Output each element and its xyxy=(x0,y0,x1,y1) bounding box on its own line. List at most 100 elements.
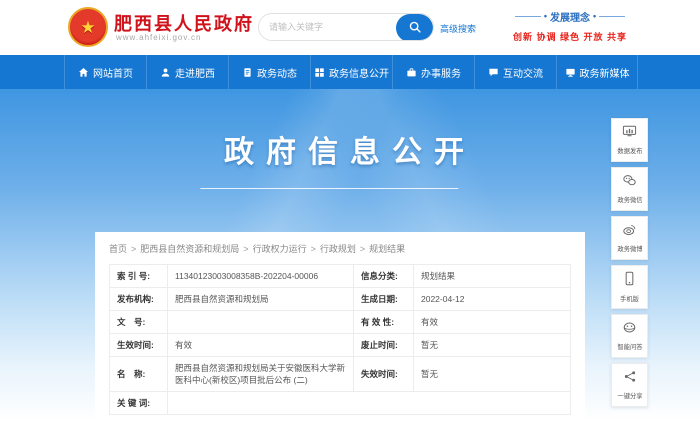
briefcase-icon xyxy=(406,67,417,78)
quick-label: 数据发布 xyxy=(617,146,642,155)
data-chart-icon xyxy=(622,125,637,143)
quick-item-weibo[interactable]: 政务微博 xyxy=(611,216,648,260)
meta-label-category: 信息分类: xyxy=(354,265,414,287)
breadcrumb-separator: > xyxy=(360,244,365,254)
table-row: 文 号: 有 效 性: 有效 xyxy=(110,311,570,334)
meta-value-validity: 有效 xyxy=(414,311,570,333)
meta-value-index: 11340123003008358B-202204-00006 xyxy=(168,265,354,287)
search-icon xyxy=(408,20,422,37)
meta-label-title: 名 称: xyxy=(110,357,168,391)
phone-icon xyxy=(623,271,636,291)
meta-value-date: 2022-04-12 xyxy=(414,288,570,310)
nav-label: 办事服务 xyxy=(421,65,461,80)
share-icon xyxy=(623,370,637,388)
meta-label-expire-time: 失效时间: xyxy=(354,357,414,391)
nav-item-info-disclosure[interactable]: 政务信息公开 xyxy=(310,55,392,89)
concept-title-text: 发展理念 xyxy=(550,9,590,24)
quick-label: 一键分享 xyxy=(617,391,642,400)
meta-label-keywords: 关 键 词: xyxy=(110,392,168,414)
nav-label: 政务信息公开 xyxy=(329,65,389,80)
quick-item-share[interactable]: 一键分享 xyxy=(611,363,648,407)
document-meta-table: 索 引 号: 11340123003008358B-202204-00006 信… xyxy=(109,264,571,415)
meta-value-publisher: 肥西县自然资源和规划局 xyxy=(168,288,354,310)
wechat-icon xyxy=(622,174,637,192)
quick-item-smart-qa[interactable]: 智能问答 xyxy=(611,314,648,358)
nav-label: 互动交流 xyxy=(503,65,543,80)
breadcrumb-separator: > xyxy=(243,244,248,254)
quick-label: 智能问答 xyxy=(617,342,642,351)
breadcrumb: 首页 > 肥西县自然资源和规划局 > 行政权力运行 > 行政规划 > 规划结果 xyxy=(109,242,571,255)
national-emblem-logo: ★ xyxy=(68,7,108,47)
grid-icon xyxy=(314,67,325,78)
meta-label-validity: 有 效 性: xyxy=(354,311,414,333)
page: ★ 肥西县人民政府 www.ahfeixi.gov.cn 高级搜索 • 发展理念… xyxy=(0,0,700,421)
news-icon xyxy=(242,67,253,78)
nav-item-news[interactable]: 政务动态 xyxy=(228,55,310,89)
nav-item-interaction[interactable]: 互动交流 xyxy=(474,55,556,89)
meta-value-abolish-time: 暂无 xyxy=(414,334,570,356)
nav-item-new-media[interactable]: 政务新媒体 xyxy=(556,55,638,89)
meta-value-keywords xyxy=(168,392,570,414)
quick-label: 手机版 xyxy=(620,294,639,303)
concept-slogan: 创新 协调 绿色 开放 共享 xyxy=(505,30,635,43)
top-header: ★ 肥西县人民政府 www.ahfeixi.gov.cn 高级搜索 • 发展理念… xyxy=(0,0,700,55)
table-row: 名 称: 肥西县自然资源和规划局关于安徽医科大学新医科中心(新校区)项目批后公布… xyxy=(110,357,570,392)
main-nav: 网站首页 走进肥西 政务动态 政务信息公开 办事服务 互动交流 政务新媒体 xyxy=(0,55,700,89)
quick-item-wechat[interactable]: 政务微信 xyxy=(611,167,648,211)
meta-label-doc-number: 文 号: xyxy=(110,311,168,333)
banner-title: 政府信息公开 xyxy=(0,127,700,171)
nav-label: 走进肥西 xyxy=(175,65,215,80)
search-input[interactable] xyxy=(259,14,396,40)
concept-title-row: • 发展理念 • xyxy=(505,9,635,24)
quick-label: 政务微博 xyxy=(617,244,642,253)
breadcrumb-admin-power[interactable]: 行政权力运行 xyxy=(253,244,307,254)
nav-label: 网站首页 xyxy=(93,65,133,80)
meta-label-abolish-time: 废止时间: xyxy=(354,334,414,356)
decor-line-left xyxy=(515,16,541,17)
table-row: 索 引 号: 11340123003008358B-202204-00006 信… xyxy=(110,265,570,288)
nav-label: 政务动态 xyxy=(257,65,297,80)
meta-label-index: 索 引 号: xyxy=(110,265,168,287)
table-row: 关 键 词: xyxy=(110,392,570,415)
quick-item-mobile[interactable]: 手机版 xyxy=(611,265,648,309)
breadcrumb-separator: > xyxy=(311,244,316,254)
banner-underline xyxy=(200,188,458,189)
development-concept: • 发展理念 • 创新 协调 绿色 开放 共享 xyxy=(505,9,635,43)
media-icon xyxy=(565,67,576,78)
emblem-star-icon: ★ xyxy=(80,19,95,36)
nav-item-about[interactable]: 走进肥西 xyxy=(146,55,228,89)
meta-label-publisher: 发布机构: xyxy=(110,288,168,310)
breadcrumb-separator: > xyxy=(131,244,136,254)
robot-icon xyxy=(622,321,637,339)
decor-dot-left: • xyxy=(544,12,547,21)
chat-icon xyxy=(488,67,499,78)
meta-value-expire-time: 暂无 xyxy=(414,357,570,391)
weibo-icon xyxy=(622,223,637,241)
table-row: 生效时间: 有效 废止时间: 暂无 xyxy=(110,334,570,357)
site-url: www.ahfeixi.gov.cn xyxy=(116,33,201,42)
search-bar xyxy=(258,13,434,41)
content-card: 首页 > 肥西县自然资源和规划局 > 行政权力运行 > 行政规划 > 规划结果 索 引 号: 1… xyxy=(95,232,585,421)
nav-item-services[interactable]: 办事服务 xyxy=(392,55,474,89)
breadcrumb-current: 规划结果 xyxy=(369,244,405,254)
nav-item-home[interactable]: 网站首页 xyxy=(64,55,146,89)
person-icon xyxy=(160,67,171,78)
quick-label: 政务微信 xyxy=(617,195,642,204)
quick-item-data-release[interactable]: 数据发布 xyxy=(611,118,648,162)
advanced-search-link[interactable]: 高级搜索 xyxy=(440,22,476,35)
home-icon xyxy=(78,67,89,78)
breadcrumb-bureau[interactable]: 肥西县自然资源和规划局 xyxy=(140,244,239,254)
meta-value-category: 规划结果 xyxy=(414,265,570,287)
meta-value-title: 肥西县自然资源和规划局关于安徽医科大学新医科中心(新校区)项目批后公布 (二) xyxy=(168,357,354,391)
quick-access-bar: 数据发布 政务微信 政务微博 手机版 智能问答 一键分享 xyxy=(611,118,648,407)
meta-label-date: 生成日期: xyxy=(354,288,414,310)
breadcrumb-home[interactable]: 首页 xyxy=(109,244,127,254)
table-row: 发布机构: 肥西县自然资源和规划局 生成日期: 2022-04-12 xyxy=(110,288,570,311)
decor-dot-right: • xyxy=(593,12,596,21)
nav-label: 政务新媒体 xyxy=(580,65,630,80)
meta-value-doc-number xyxy=(168,311,354,333)
meta-label-effective-time: 生效时间: xyxy=(110,334,168,356)
breadcrumb-admin-planning[interactable]: 行政规划 xyxy=(320,244,356,254)
meta-value-effective-time: 有效 xyxy=(168,334,354,356)
search-button[interactable] xyxy=(396,14,433,41)
